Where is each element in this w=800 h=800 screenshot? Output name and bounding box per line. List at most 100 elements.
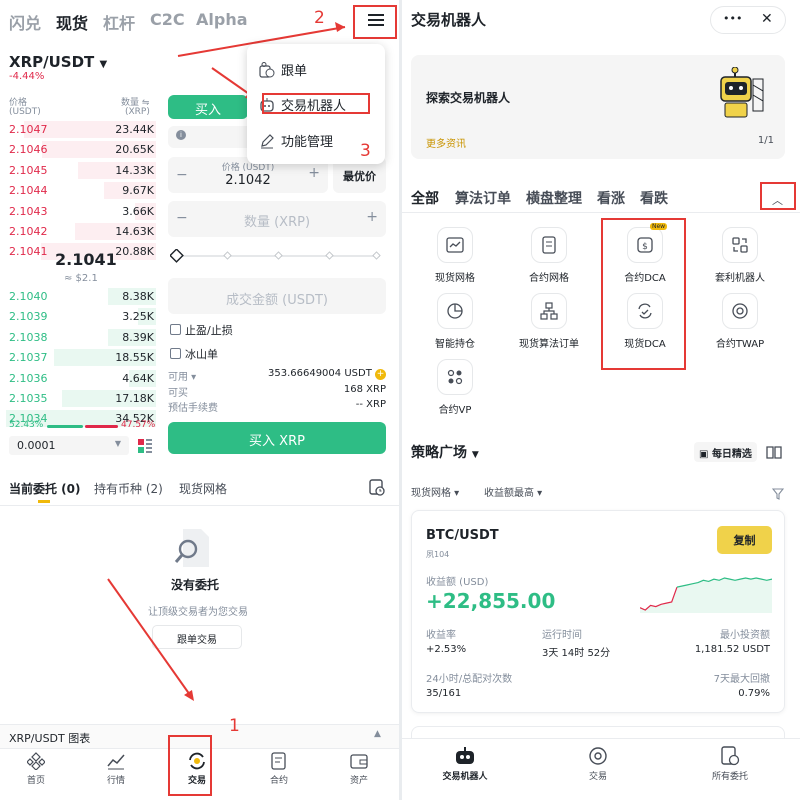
chevron-up-icon[interactable]: ▲ bbox=[374, 729, 381, 739]
row-price: 2.1037 bbox=[9, 351, 48, 365]
tab-holdings[interactable]: 持有币种 (2) bbox=[94, 480, 163, 497]
robot-mascot-icon bbox=[720, 67, 764, 118]
bot-futures-grid[interactable]: 合约网格 bbox=[514, 227, 584, 284]
book-icon[interactable] bbox=[766, 444, 782, 459]
menu-item-copytrade[interactable]: 跟单 bbox=[259, 60, 307, 79]
filter-bullish[interactable]: 看涨 bbox=[597, 188, 625, 208]
nav-all-orders[interactable]: 所有委托 bbox=[700, 746, 760, 782]
quantity-input[interactable]: − 数量 (XRP) + bbox=[168, 201, 386, 237]
bid-row[interactable]: 2.1035 17.18K bbox=[0, 389, 160, 408]
filter-all[interactable]: 全部 bbox=[411, 188, 439, 208]
amount-slider[interactable] bbox=[169, 248, 384, 263]
tab-spot-grid[interactable]: 现货网格 bbox=[179, 480, 227, 497]
copy-trade-button[interactable]: 跟单交易 bbox=[152, 625, 242, 649]
bot-spot-grid[interactable]: 现货网格 bbox=[420, 227, 490, 284]
pair-label: XRP/USDT bbox=[9, 53, 95, 71]
strategy-card[interactable]: BTC/USDT 夙104 复制 收益额 (USD) +22,855.00 收益… bbox=[411, 510, 785, 713]
iceberg-checkbox[interactable]: 冰山单 bbox=[170, 346, 218, 362]
ask-row[interactable]: 2.1045 14.33K bbox=[0, 161, 160, 180]
sparkline-area bbox=[640, 578, 772, 613]
tab-convert[interactable]: 闪兑 bbox=[9, 10, 41, 34]
tab-alpha[interactable]: Alpha bbox=[196, 10, 248, 29]
explore-banner[interactable]: 探索交易机器人 更多资讯 1/1 bbox=[411, 55, 785, 159]
orderbook-layout-icon[interactable] bbox=[138, 438, 152, 453]
close-icon[interactable]: ✕ bbox=[761, 11, 773, 27]
ask-row[interactable]: 2.1047 23.44K bbox=[0, 120, 160, 139]
pair-selector[interactable]: XRP/USDT ▼ bbox=[9, 53, 107, 71]
strategy-plaza-title[interactable]: 策略广场 ▼ bbox=[411, 442, 479, 462]
annotation-box-dca bbox=[601, 218, 686, 370]
row-qty: 3.66K bbox=[122, 204, 154, 218]
ratio-sell-bar bbox=[85, 425, 118, 428]
sort-profit[interactable]: 收益额最高 ▾ bbox=[484, 484, 542, 499]
bot-futures-vp[interactable]: 合约VP bbox=[420, 359, 490, 416]
row-qty: 17.18K bbox=[115, 392, 154, 405]
nav-trading-bot[interactable]: 交易机器人 bbox=[435, 746, 495, 782]
order-history-icon[interactable] bbox=[369, 479, 385, 496]
tpsl-checkbox[interactable]: 止盈/止损 bbox=[170, 322, 233, 338]
order-type-select[interactable]: i bbox=[168, 126, 256, 148]
bid-row[interactable]: 2.1040 8.38K bbox=[0, 287, 160, 306]
row-qty: 9.67K bbox=[122, 184, 154, 198]
row-price: 2.1036 bbox=[9, 371, 48, 385]
ask-row[interactable]: 2.1043 3.66K bbox=[0, 202, 160, 221]
bot-spot-algo[interactable]: 现货算法订单 bbox=[514, 293, 584, 350]
copy-strategy-button[interactable]: 复制 bbox=[717, 526, 772, 554]
tab-c2c[interactable]: C2C bbox=[150, 10, 185, 29]
plus-icon[interactable]: + bbox=[308, 165, 320, 181]
edit-icon bbox=[261, 133, 274, 148]
tab-open-orders[interactable]: 当前委托 (0) bbox=[9, 480, 81, 497]
filter-bearish[interactable]: 看跌 bbox=[640, 188, 668, 208]
nav-assets[interactable]: 资产 bbox=[329, 752, 389, 786]
filter-icon[interactable] bbox=[771, 485, 785, 500]
nav-home[interactable]: 首页 bbox=[6, 752, 66, 786]
more-icon[interactable]: ••• bbox=[723, 12, 742, 25]
sort-grid-type[interactable]: 现货网格 ▾ bbox=[411, 484, 459, 499]
menu-item-feature-mgmt[interactable]: 功能管理 bbox=[259, 131, 333, 150]
filter-sideways[interactable]: 横盘整理 bbox=[526, 188, 582, 208]
daily-pick-button[interactable]: ▣ 每日精选 bbox=[694, 442, 757, 462]
profit-label: 收益额 (USD) bbox=[426, 577, 489, 588]
plus-icon[interactable]: + bbox=[366, 209, 378, 225]
add-funds-icon[interactable]: + bbox=[375, 369, 386, 380]
row-price: 2.1040 bbox=[9, 290, 48, 303]
nav-markets[interactable]: 行情 bbox=[86, 752, 146, 786]
annotation-box-expand bbox=[760, 182, 796, 210]
filter-algo[interactable]: 算法订单 bbox=[455, 188, 511, 208]
copytrade-icon bbox=[259, 61, 275, 78]
bot-smart-rebalance[interactable]: 智能持仓 bbox=[420, 293, 490, 350]
trades-value: 35/161 bbox=[426, 688, 462, 699]
buy-tab[interactable]: 买入 bbox=[168, 95, 248, 119]
bid-row[interactable]: 2.1039 3.25K bbox=[0, 307, 160, 326]
precision-select[interactable]: 0.0001 ▼ bbox=[9, 436, 129, 455]
banner-page: 1/1 bbox=[757, 135, 774, 146]
buy-submit-button[interactable]: 买入 XRP bbox=[168, 422, 386, 454]
bot-futures-twap[interactable]: 合约TWAP bbox=[705, 293, 775, 350]
tab-spot[interactable]: 现货 bbox=[56, 10, 88, 34]
nav-bot-trade[interactable]: 交易 bbox=[568, 746, 628, 782]
bot-arbitrage[interactable]: 套利机器人 bbox=[705, 227, 775, 284]
quantity-placeholder: 数量 (XRP) bbox=[243, 215, 311, 230]
ask-row[interactable]: 2.1044 9.67K bbox=[0, 181, 160, 200]
bid-row[interactable]: 2.1037 18.55K bbox=[0, 348, 160, 367]
price-input-value: 2.1042 bbox=[225, 173, 271, 188]
ask-row[interactable]: 2.1046 20.65K bbox=[0, 140, 160, 159]
annotation-box-bot bbox=[262, 93, 370, 114]
rate-value: +2.53% bbox=[426, 644, 467, 655]
profit-sparkline bbox=[640, 577, 772, 613]
total-input[interactable]: 成交金额 (USDT) bbox=[168, 278, 386, 314]
annotation-box-trade bbox=[168, 735, 212, 796]
tab-margin[interactable]: 杠杆 bbox=[103, 10, 135, 34]
card-user: 夙104 bbox=[426, 550, 450, 559]
avail-label: 可用 ▾ bbox=[168, 372, 197, 383]
bid-row[interactable]: 2.1036 4.64K bbox=[0, 369, 160, 388]
divider bbox=[0, 505, 400, 506]
vp-icon bbox=[447, 369, 463, 385]
drawdown-value: 0.79% bbox=[738, 688, 770, 699]
ask-row[interactable]: 2.1042 14.63K bbox=[0, 222, 160, 241]
banner-link[interactable]: 更多资讯 bbox=[426, 135, 466, 150]
min-invest-label: 最小投资额 bbox=[720, 630, 770, 641]
nav-futures[interactable]: 合约 bbox=[249, 752, 309, 786]
bid-row[interactable]: 2.1038 8.39K bbox=[0, 328, 160, 347]
mid-price-usd: ≈ $2.1 bbox=[64, 273, 98, 284]
